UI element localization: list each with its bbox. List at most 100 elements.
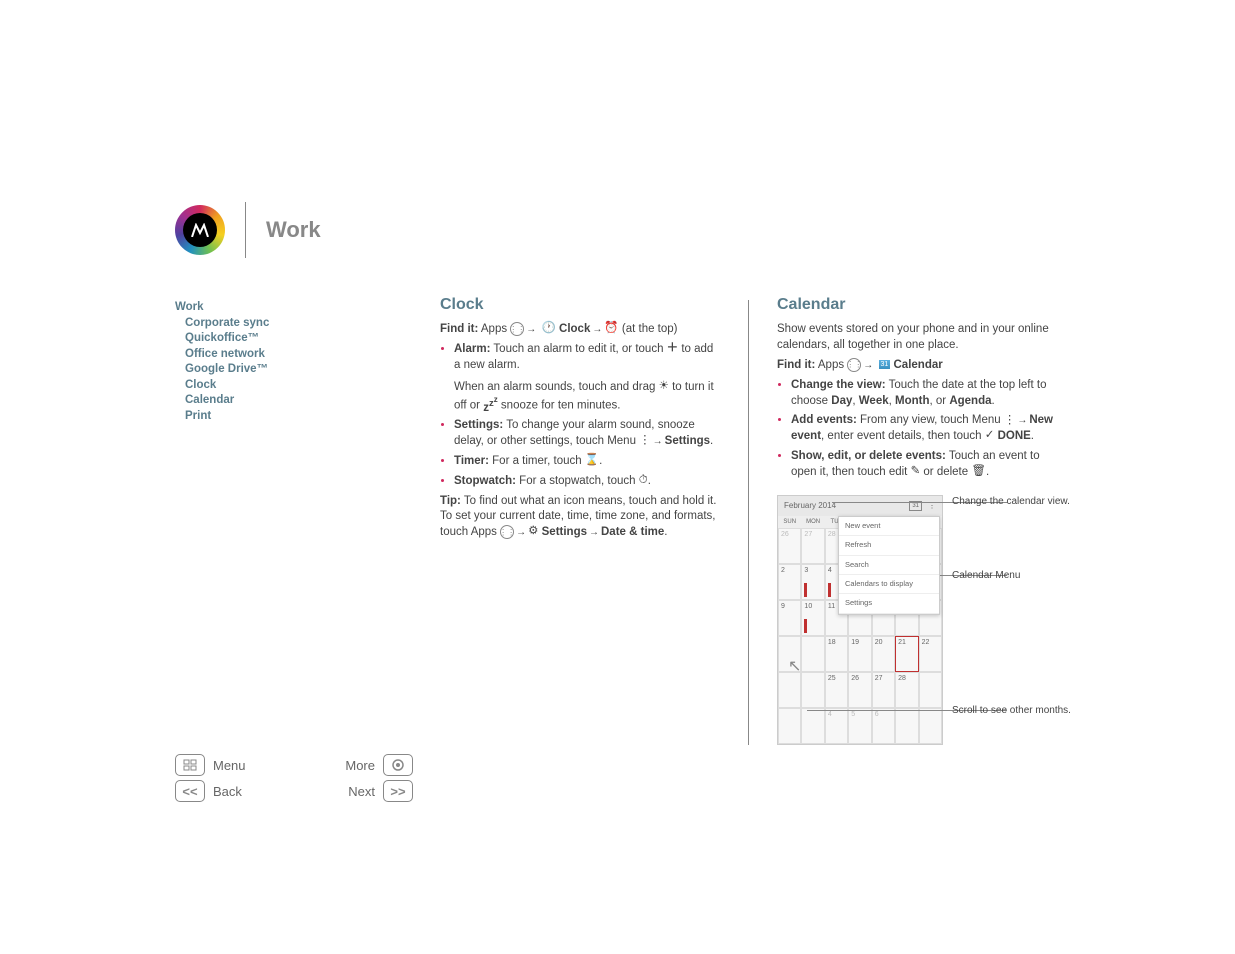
find-it-label: Find it: (777, 359, 815, 371)
cal-cell[interactable] (801, 636, 824, 672)
sidebar-item-calendar[interactable]: Calendar (185, 393, 375, 409)
view-week: Week (859, 395, 889, 407)
dismiss-icon: ☀ (659, 381, 669, 393)
cal-cell[interactable] (919, 708, 942, 744)
alarm-text: Touch an alarm to edit it, or touch (490, 343, 666, 355)
cal-cell[interactable]: 4 (825, 708, 848, 744)
sidebar-item-quickoffice[interactable]: Quickoffice™ (185, 331, 375, 347)
cal-cell[interactable]: 27 (872, 672, 895, 708)
cal-cell[interactable] (778, 708, 801, 744)
arrow-icon: → (524, 324, 538, 335)
cal-cell[interactable]: 28 (895, 672, 918, 708)
clock-tip: Tip: To find out what an icon means, tou… (440, 494, 720, 542)
menu-dots-icon: ⋮ (1004, 415, 1016, 427)
calendar-intro: Show events stored on your phone and in … (777, 322, 1057, 354)
find-it-text: Apps (478, 323, 510, 335)
calendar-screenshot: February 2014 31 ⋮ SUN MON TUE (777, 495, 943, 745)
hourglass-icon: ⌛ (585, 455, 599, 467)
cal-cell[interactable]: 2 (778, 564, 801, 600)
cal-cell[interactable] (895, 708, 918, 744)
menu-item-settings[interactable]: Settings (839, 594, 939, 613)
arrow-icon: → (514, 527, 528, 538)
cal-cell[interactable] (919, 672, 942, 708)
tip-datetime: Date & time (601, 526, 664, 538)
calendar-change-view-bullet: Change the view: Touch the date at the t… (791, 378, 1057, 410)
settings-word: Settings (665, 435, 710, 447)
snooze-icon: zzz (483, 396, 498, 415)
timer-label: Timer: (454, 455, 489, 467)
cal-month-label[interactable]: February 2014 (784, 500, 836, 511)
callout-scroll-months: Scroll to see other months. (952, 704, 1071, 718)
event-indicator (804, 619, 807, 633)
menu-item-calendars-to-display[interactable]: Calendars to display (839, 575, 939, 594)
add-events-text: From any view, touch Menu (857, 414, 1004, 426)
calendar-screenshot-wrapper: February 2014 31 ⋮ SUN MON TUE (777, 495, 1057, 745)
menu-item-search[interactable]: Search (839, 556, 939, 575)
menu-dots-icon: ⋮ (639, 435, 651, 447)
add-events-label: Add events: (791, 414, 857, 426)
sidebar-item-office-network[interactable]: Office network (185, 347, 375, 363)
find-it-text: Apps (815, 359, 847, 371)
timer-text: For a timer, touch (489, 455, 585, 467)
next-label: Next (348, 784, 375, 799)
sidebar-item-corporate-sync[interactable]: Corporate sync (185, 316, 375, 332)
calendar-menu-popup: New event Refresh Search Calendars to di… (838, 516, 940, 615)
sidebar-top[interactable]: Work (175, 300, 375, 316)
cal-cell[interactable]: 6 (872, 708, 895, 744)
cal-cell[interactable]: 3 (801, 564, 824, 600)
arrow-icon: → (587, 527, 601, 538)
menu-item-refresh[interactable]: Refresh (839, 536, 939, 555)
cal-cell[interactable]: 26 (848, 672, 871, 708)
cal-cell[interactable]: 21 (895, 636, 918, 672)
day-header: MON (801, 516, 824, 528)
callout-calendar-menu: Calendar Menu (952, 569, 1020, 583)
clock-heading: Clock (440, 294, 720, 316)
motorola-logo-m (183, 213, 217, 247)
menu-item-new-event[interactable]: New event (839, 517, 939, 536)
cal-cell[interactable]: 22 (919, 636, 942, 672)
back-button[interactable]: << (175, 780, 205, 802)
arrow-icon: → (1015, 415, 1029, 426)
more-button[interactable] (383, 754, 413, 776)
clock-alarm-bullet: Alarm: Touch an alarm to edit it, or tou… (454, 342, 720, 414)
add-text-3: , enter event details, then touch (821, 430, 985, 442)
alarm-para-3: snooze for ten minutes. (498, 399, 621, 411)
sidebar-item-google-drive[interactable]: Google Drive™ (185, 362, 375, 378)
menu-button[interactable] (175, 754, 205, 776)
sidebar-item-print[interactable]: Print (185, 409, 375, 425)
calendar-find-it: Find it: Apps ⋮⋮→ 31 Calendar (777, 358, 1057, 374)
scroll-cursor-icon: ↖ (788, 656, 801, 678)
cal-cell[interactable]: 18 (825, 636, 848, 672)
cal-cell[interactable]: 20 (872, 636, 895, 672)
next-button[interactable]: >> (383, 780, 413, 802)
cal-cell[interactable] (801, 672, 824, 708)
motorola-logo (175, 205, 225, 255)
pencil-icon: ✎ (911, 466, 921, 478)
arrow-icon: → (651, 436, 665, 447)
trash-icon: 🗑 (971, 466, 986, 478)
cal-cell[interactable]: 19 (848, 636, 871, 672)
clock-timer-bullet: Timer: For a timer, touch ⌛. (454, 454, 720, 470)
header-divider (245, 202, 246, 258)
tip-settings: Settings (542, 526, 587, 538)
show-text-2: or delete (920, 466, 971, 478)
cal-cell[interactable]: 9 (778, 600, 801, 636)
find-it-label: Find it: (440, 323, 478, 335)
cal-cell[interactable]: 26 (778, 528, 801, 564)
arrow-icon: → (590, 324, 604, 335)
cal-cell[interactable]: 25 (825, 672, 848, 708)
cal-cell[interactable]: 10 (801, 600, 824, 636)
cal-cell[interactable]: 27 (801, 528, 824, 564)
done-label: DONE (998, 430, 1031, 442)
clock-find-it: Find it: Apps ⋮⋮→ 🕐 Clock→⏰ (at the top) (440, 322, 720, 338)
event-indicator (828, 583, 831, 597)
stopwatch-text: For a stopwatch, touch (516, 475, 639, 487)
cal-cell[interactable] (801, 708, 824, 744)
arrow-icon: → (861, 360, 875, 371)
sidebar-item-clock[interactable]: Clock (185, 378, 375, 394)
clock-stopwatch-bullet: Stopwatch: For a stopwatch, touch ⏱. (454, 474, 720, 490)
cal-cell[interactable]: 5 (848, 708, 871, 744)
alarm-clock-icon: ⏰ (604, 323, 618, 335)
apps-icon: ⋮⋮ (510, 322, 524, 336)
cal-header: February 2014 31 ⋮ (778, 496, 942, 516)
